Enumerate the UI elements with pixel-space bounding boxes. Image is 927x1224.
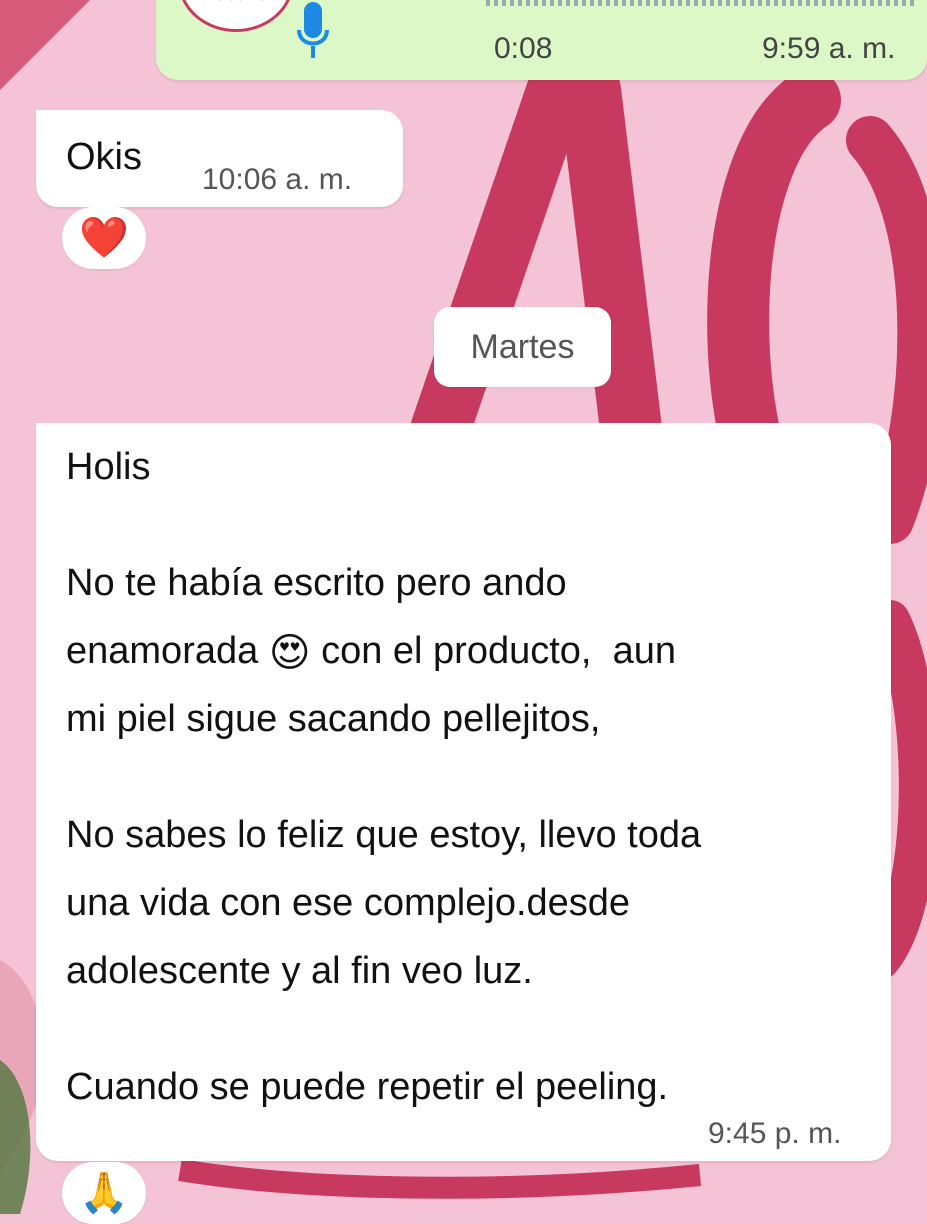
contact-avatar: natural [178, 0, 294, 32]
message-time: 9:59 a. m. [762, 32, 896, 65]
message-bubble[interactable]: Okis 10:06 a. m. [36, 110, 403, 207]
message-line: Cuando se puede repetir el peeling. [66, 1066, 669, 1108]
message-time: 9:45 p. m. [708, 1117, 842, 1150]
message-line: una vida con ese complejo.desde [66, 882, 631, 924]
message-line: mi piel sigue sacando pellejitos, [66, 698, 601, 740]
date-divider: Martes [434, 307, 611, 387]
long-message-bubble[interactable]: Holis No te había escrito pero ando enam… [36, 423, 891, 1161]
message-line: Holis [66, 446, 151, 488]
message-time: 10:06 a. m. [202, 163, 353, 196]
audio-message-bubble[interactable]: natural 0:08 9:59 a. m. [156, 0, 927, 80]
mic-icon [296, 2, 330, 65]
pray-reaction[interactable]: 🙏 [62, 1162, 146, 1224]
praying-hands-icon: 🙏 [79, 1170, 129, 1216]
message-text: Okis [66, 136, 142, 178]
audio-duration: 0:08 [494, 32, 553, 65]
heart-eyes-emoji-icon: 😍 [268, 629, 311, 676]
heart-icon: ❤️ [79, 215, 129, 261]
message-body: Holis No te había escrito pero ando enam… [66, 433, 701, 1121]
message-line: adolescente y al fin veo luz. [66, 950, 533, 992]
message-line: No te había escrito pero ando [66, 562, 567, 604]
audio-waveform[interactable] [486, 0, 916, 6]
avatar-logo-text: natural [203, 0, 277, 5]
play-button[interactable] [382, 0, 422, 4]
message-line: No sabes lo feliz que estoy, llevo toda [66, 814, 702, 856]
message-line-with-emoji: enamorada 😍 con el producto, aun [66, 617, 701, 685]
date-label: Martes [470, 327, 575, 366]
heart-reaction[interactable]: ❤️ [62, 207, 146, 269]
